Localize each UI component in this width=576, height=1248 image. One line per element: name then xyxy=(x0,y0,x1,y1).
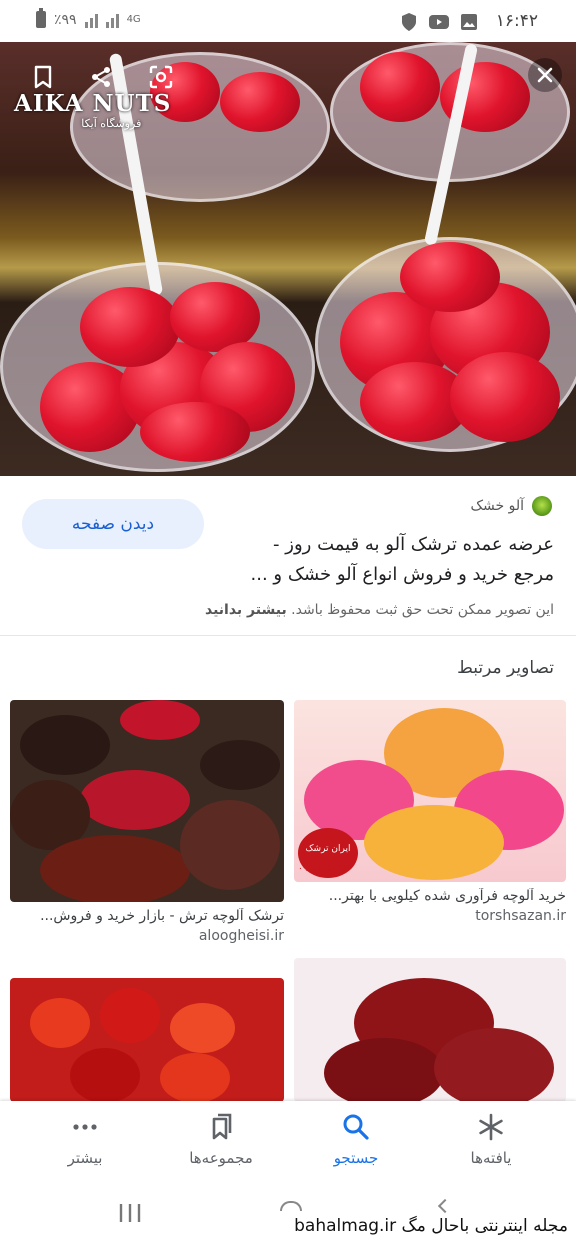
fruit xyxy=(80,287,180,367)
status-left: ٪۹۹ 4G xyxy=(36,8,141,28)
related-thumbnail xyxy=(294,958,566,1102)
shield-icon xyxy=(402,13,416,31)
fruit xyxy=(324,1038,444,1102)
related-card[interactable]: ترشک آلوچه ترش - بازار خرید و فروش... al… xyxy=(10,700,284,944)
recent-apps-icon[interactable] xyxy=(118,1203,142,1223)
share-button[interactable] xyxy=(84,60,118,94)
nav-label: جستجو xyxy=(333,1149,379,1167)
fruit xyxy=(360,52,440,122)
result-info: آلو خشک عرضه عمده ترشک آلو به قیمت روز -… xyxy=(0,476,576,636)
related-caption: ترشک آلوچه ترش - بازار خرید و فروش... xyxy=(40,908,284,924)
nav-discover[interactable]: یافته‌ها xyxy=(436,1113,546,1167)
nav-collections[interactable]: مجموعه‌ها xyxy=(166,1113,276,1167)
source[interactable]: آلو خشک xyxy=(470,496,552,516)
signal-2-icon xyxy=(105,12,119,28)
related-thumbnail: ایران ترشک ۰۹۱۵۶۱۵۲۲۵۲ xyxy=(294,700,566,882)
fruit xyxy=(400,242,500,312)
fruit xyxy=(100,988,160,1043)
more-icon xyxy=(73,1124,97,1130)
fruit xyxy=(30,998,90,1048)
aika-nuts-logo: AIKA NUTS فروشگاه آیکا xyxy=(14,90,172,130)
battery-level: ٪۹۹ xyxy=(54,11,77,28)
youtube-icon xyxy=(429,15,449,29)
bookmarks-icon xyxy=(212,1113,232,1140)
bookmark-icon xyxy=(34,65,52,89)
fruit-pile xyxy=(364,805,504,880)
fruit-pile xyxy=(80,770,190,830)
lens-button[interactable] xyxy=(144,60,178,94)
related-site: aloogheisi.ir xyxy=(198,928,284,944)
status-time: ۱۶:۴۲ xyxy=(495,11,538,31)
related-card[interactable] xyxy=(294,958,566,1102)
related-card[interactable]: ایران ترشک ۰۹۱۵۶۱۵۲۲۵۲ خرید آلوچه فرآوری… xyxy=(294,700,566,924)
notification-icons xyxy=(400,12,478,32)
fruit xyxy=(140,402,250,462)
related-thumbnail xyxy=(10,700,284,902)
fruit xyxy=(70,1048,140,1102)
visit-page-button[interactable]: دیدن صفحه xyxy=(22,499,204,549)
share-icon xyxy=(92,67,110,87)
nav-label: بیشتر xyxy=(67,1149,103,1167)
gallery-icon xyxy=(461,14,477,30)
fruit xyxy=(170,1003,235,1053)
fruit-pile xyxy=(180,800,280,890)
home-button[interactable] xyxy=(280,1201,302,1211)
signal-icon xyxy=(84,12,98,28)
source-name: آلو خشک xyxy=(470,498,524,514)
fruit-pile xyxy=(200,740,280,790)
learn-more-link[interactable]: بیشتر بدانید xyxy=(205,602,287,618)
related-card[interactable] xyxy=(10,978,284,1102)
hero-image[interactable]: AIKA NUTS فروشگاه آیکا xyxy=(0,42,576,476)
fruit xyxy=(160,1053,230,1102)
notice-text: این تصویر ممکن تحت حق ثبت محفوظ باشد. xyxy=(291,602,554,618)
watermark-text: مجله اینترنتی باحال مگ bahalmag.ir xyxy=(292,1216,570,1236)
status-bar: ٪۹۹ 4G ۱۶:۴۲ xyxy=(0,0,576,42)
fruit xyxy=(434,1028,554,1102)
site-favicon xyxy=(532,496,552,516)
related-site: torshsazan.ir xyxy=(475,908,566,924)
nav-search[interactable]: جستجو xyxy=(301,1113,411,1167)
fruit xyxy=(450,352,560,442)
shop-phone: ۰۹۱۵۶۱۵۲۲۵۲ xyxy=(298,864,352,874)
copyright-notice: این تصویر ممکن تحت حق ثبت محفوظ باشد. بی… xyxy=(205,602,554,618)
search-icon xyxy=(343,1114,369,1140)
back-button[interactable] xyxy=(437,1198,453,1214)
bottom-navigation: یافته‌ها جستجو مجموعه‌ها بیشتر xyxy=(0,1101,576,1183)
related-heading: تصاویر مرتبط xyxy=(457,658,554,678)
nav-label: مجموعه‌ها xyxy=(189,1149,253,1167)
related-thumbnail xyxy=(10,978,284,1102)
fruit-pile xyxy=(40,835,190,902)
close-icon xyxy=(537,67,553,83)
network-type: 4G xyxy=(126,14,141,25)
battery-icon xyxy=(36,8,46,28)
related-caption: خرید آلوچه فرآوری شده کیلویی با بهتر... xyxy=(328,888,566,904)
nav-label: یافته‌ها xyxy=(470,1149,512,1167)
result-title[interactable]: عرضه عمده ترشک آلو به قیمت روز - مرجع خر… xyxy=(234,530,554,590)
fruit-pile xyxy=(120,700,200,740)
asterisk-icon xyxy=(479,1113,503,1141)
fruit-pile xyxy=(20,715,110,775)
nav-more[interactable]: بیشتر xyxy=(30,1113,140,1167)
close-button[interactable] xyxy=(528,58,562,92)
lens-icon xyxy=(149,65,173,89)
bookmark-button[interactable] xyxy=(26,60,60,94)
fruit xyxy=(220,72,300,132)
